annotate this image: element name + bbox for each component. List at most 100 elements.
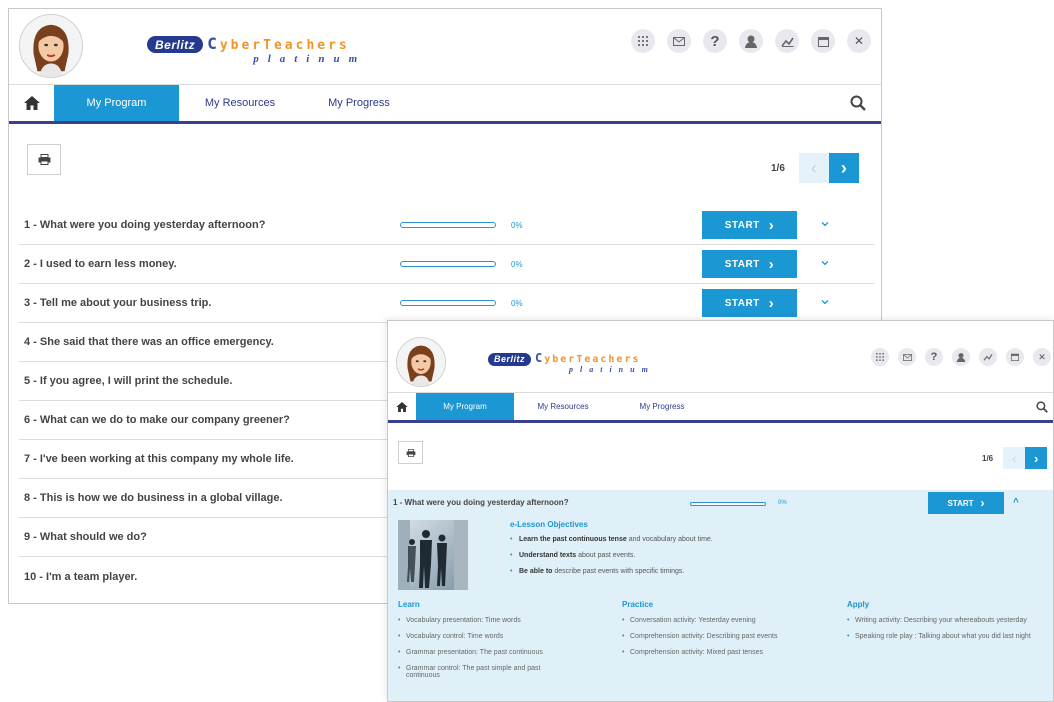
tab-my-progress[interactable]: My Progress (301, 85, 417, 121)
cyberteachers-logo: Berlitz CyberTeachers platinum (147, 36, 366, 65)
teacher-avatar-image (397, 338, 445, 386)
activity-link[interactable]: Vocabulary presentation: Time words (398, 617, 568, 624)
mail-icon[interactable] (667, 29, 691, 53)
apps-grid-icon[interactable] (871, 348, 889, 366)
lesson-progress-percent: 0% (511, 298, 523, 308)
lesson-title: 7 - I've been working at this company my… (24, 453, 294, 465)
cyber-c-letter: C (207, 34, 220, 53)
start-lesson-button[interactable]: START › (702, 289, 797, 317)
lesson-title: 1 - What were you doing yesterday aftern… (24, 219, 266, 231)
objective-item: Learn the past continuous tense and voca… (510, 536, 713, 543)
print-button[interactable] (27, 144, 61, 175)
tutor-icon[interactable] (952, 348, 970, 366)
lesson-title: 3 - Tell me about your business trip. (24, 297, 212, 309)
progress-chart-icon[interactable] (775, 29, 799, 53)
lesson-title: 1 - What were you doing yesterday aftern… (393, 498, 569, 507)
home-icon[interactable] (9, 85, 54, 121)
tab-my-program[interactable]: My Program (54, 85, 179, 121)
home-icon[interactable] (388, 393, 416, 420)
cyberteachers-wordmark: CyberTeachers (207, 34, 366, 54)
cyber-c-letter: C (535, 351, 545, 365)
page-count: 1/6 (771, 162, 785, 174)
practice-heading: Practice (622, 600, 654, 609)
activity-link[interactable]: Grammar presentation: The past continuou… (398, 649, 568, 656)
lesson-row[interactable]: 1 - What were you doing yesterday aftern… (19, 206, 874, 245)
tab-my-resources[interactable]: My Resources (514, 393, 612, 420)
cyber-rest-letters: yberTeachers (544, 354, 641, 365)
activity-link[interactable]: Conversation activity: Yesterday evening (622, 617, 822, 624)
activity-link[interactable]: Comprehension activity: Mixed past tense… (622, 649, 822, 656)
start-label: START (724, 258, 760, 270)
close-icon[interactable]: ✕ (1033, 348, 1051, 366)
activity-link[interactable]: Comprehension activity: Describing past … (622, 633, 822, 640)
lesson-pager: 1/6 ‹ › (771, 153, 859, 183)
cyberteachers-logo: Berlitz CyberTeachers platinum (488, 351, 655, 374)
lesson-row[interactable]: 2 - I used to earn less money. 0% START ›… (19, 245, 874, 284)
expand-chevron-icon[interactable]: ⌄ (815, 289, 835, 309)
search-icon[interactable] (1031, 393, 1053, 420)
printer-icon (38, 154, 50, 165)
main-navigation: My Program My Resources My Progress (388, 392, 1053, 423)
activity-link[interactable]: Writing activity: Describing your wherea… (847, 617, 1032, 624)
practice-column: Practice Conversation activity: Yesterda… (622, 600, 822, 656)
activity-link[interactable]: Speaking role play : Talking about what … (847, 633, 1042, 640)
berlitz-logo: Berlitz (147, 36, 204, 53)
expand-chevron-icon[interactable]: ⌄ (815, 211, 835, 231)
tutor-icon[interactable] (739, 29, 763, 53)
apps-grid-icon[interactable] (631, 29, 655, 53)
help-icon[interactable]: ? (703, 29, 727, 53)
next-page-button[interactable]: › (1025, 447, 1048, 469)
teacher-avatar[interactable] (396, 337, 446, 387)
expanded-lesson-header[interactable]: 1 - What were you doing yesterday aftern… (388, 490, 1053, 520)
teacher-avatar[interactable] (19, 14, 83, 78)
objective-item: Be able to describe past events with spe… (510, 568, 713, 575)
start-lesson-button[interactable]: START › (702, 211, 797, 239)
collapse-chevron-icon[interactable]: ^ (1013, 497, 1019, 508)
learn-column: Learn Vocabulary presentation: Time word… (398, 600, 568, 679)
tab-my-program[interactable]: My Program (416, 393, 514, 420)
objectives-heading: e-Lesson Objectives (510, 520, 588, 529)
tab-my-progress[interactable]: My Progress (612, 393, 712, 420)
lesson-title: 4 - She said that there was an office em… (24, 336, 274, 348)
program-window-expanded: Berlitz CyberTeachers platinum ? ✕ My Pr… (387, 320, 1054, 702)
teacher-avatar-image (20, 15, 82, 77)
mail-icon[interactable] (898, 348, 916, 366)
lesson-title: 2 - I used to earn less money. (24, 258, 177, 270)
start-arrow-icon: › (980, 496, 985, 510)
start-arrow-icon: › (768, 216, 775, 234)
lesson-progress-bar (690, 502, 766, 506)
start-lesson-button[interactable]: START › (702, 250, 797, 278)
lesson-title: 8 - This is how we do business in a glob… (24, 492, 283, 504)
search-icon[interactable] (835, 85, 881, 121)
lesson-progress-percent: 0% (511, 220, 523, 230)
cyberteachers-wordmark: CyberTeachers (535, 351, 655, 365)
activity-link[interactable]: Grammar control: The past simple and pas… (398, 665, 563, 679)
learn-heading: Learn (398, 600, 420, 609)
lesson-progress-bar (400, 261, 496, 267)
apply-column: Apply Writing activity: Describing your … (847, 600, 1047, 640)
start-lesson-button[interactable]: START › (928, 492, 1004, 514)
progress-chart-icon[interactable] (979, 348, 997, 366)
print-button[interactable] (398, 441, 423, 464)
platinum-wordmark: platinum (569, 365, 655, 374)
lesson-progress-bar (400, 300, 496, 306)
lesson-title: 5 - If you agree, I will print the sched… (24, 375, 233, 387)
start-label: START (724, 219, 760, 231)
expand-chevron-icon[interactable]: ⌄ (815, 250, 835, 270)
close-icon[interactable]: ✕ (847, 29, 871, 53)
lesson-pager: 1/6 ‹ › (982, 447, 1048, 469)
lesson-row[interactable]: 3 - Tell me about your business trip. 0%… (19, 284, 874, 323)
help-icon[interactable]: ? (925, 348, 943, 366)
calendar-icon[interactable] (811, 29, 835, 53)
prev-page-button[interactable]: ‹ (798, 153, 829, 183)
objectives-list: Learn the past continuous tense and voca… (510, 536, 713, 575)
start-arrow-icon: › (768, 255, 775, 273)
expanded-lesson-panel: 1 - What were you doing yesterday aftern… (388, 490, 1053, 701)
prev-page-button[interactable]: ‹ (1003, 447, 1026, 469)
lesson-progress-percent: 0% (778, 500, 787, 506)
calendar-icon[interactable] (1006, 348, 1024, 366)
activity-link[interactable]: Vocabulary control: Time words (398, 633, 568, 640)
tab-my-resources[interactable]: My Resources (179, 85, 301, 121)
next-page-button[interactable]: › (828, 153, 859, 183)
page-count: 1/6 (982, 453, 994, 463)
